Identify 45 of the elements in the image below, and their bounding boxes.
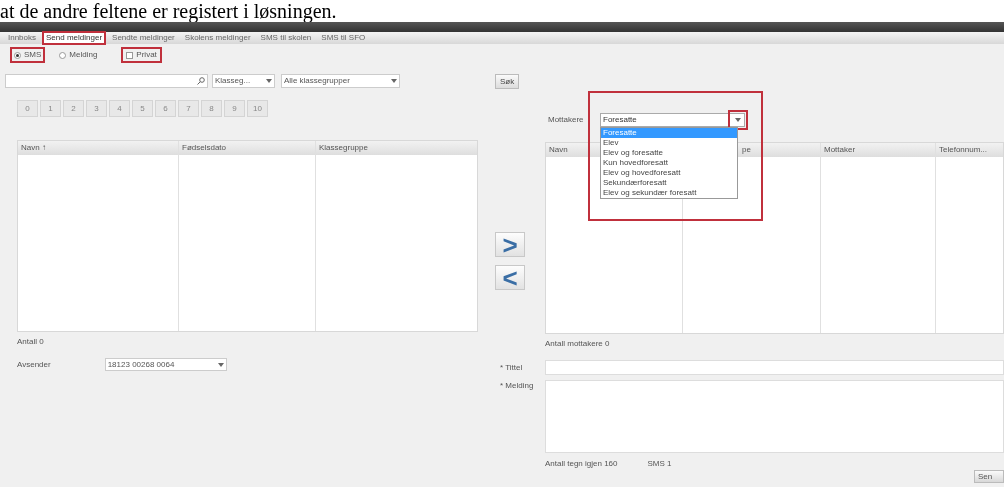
column-header[interactable]: Navn xyxy=(546,143,571,157)
dropdown-option[interactable]: Sekundærforesatt xyxy=(601,178,737,188)
move-button[interactable]: > xyxy=(495,232,525,257)
menu-tab[interactable]: SMS til skolen xyxy=(258,33,314,43)
sender-select[interactable]: 18123 00268 0064 xyxy=(104,358,227,371)
caret-icon xyxy=(735,118,741,122)
caret-icon xyxy=(266,79,272,83)
menu-tab[interactable]: SMS til SFO xyxy=(319,33,368,43)
dropdown-option[interactable]: Elev xyxy=(601,138,737,148)
column-header[interactable]: Klassegruppe xyxy=(316,141,477,155)
count-text: Antall mottakere 0 xyxy=(545,338,611,350)
dropdown-option[interactable]: Elev og sekundær foresatt xyxy=(601,188,737,198)
characters-left-text: Antall tegn igjen 160 xyxy=(545,458,618,470)
menu-tab[interactable]: Sendte meldinger xyxy=(110,33,177,43)
radio-option[interactable]: SMS xyxy=(12,49,44,61)
checkbox-option[interactable]: Privat xyxy=(123,49,160,61)
menu-tab[interactable]: Send meldinger xyxy=(44,33,105,43)
recipients-select[interactable]: Foresatte xyxy=(600,113,745,127)
group-select[interactable]: Alle klassegrupper xyxy=(281,74,400,88)
message-field[interactable] xyxy=(545,380,1004,453)
search-icon xyxy=(197,77,205,85)
radio-option[interactable]: Melding xyxy=(57,49,100,61)
column-header[interactable]: Navn ↑ xyxy=(18,141,178,155)
search-field[interactable] xyxy=(5,74,208,88)
sender-label: Avsender xyxy=(17,358,51,371)
column-header[interactable]: pe xyxy=(739,143,754,157)
dropdown-option[interactable]: Kun hovedforesatt xyxy=(601,158,737,168)
dropdown-option[interactable]: Elev og hovedforesatt xyxy=(601,168,737,178)
message-label: * Melding xyxy=(500,380,535,392)
recipients-label: Mottakere xyxy=(548,114,585,126)
menu-tab[interactable]: Innboks xyxy=(6,33,39,43)
count-text: Antall 0 xyxy=(17,336,45,348)
caret-icon xyxy=(391,79,397,83)
class-select[interactable]: Klasseg... xyxy=(212,74,275,88)
send-button[interactable]: Sen xyxy=(974,470,1004,483)
menu-tab[interactable]: Skolens meldinger xyxy=(182,33,253,43)
document-text: at de andre feltene er registert i løsningen. xyxy=(0,0,337,22)
column-header[interactable]: Fødselsdato xyxy=(179,141,315,155)
search-button[interactable]: Søk xyxy=(495,74,520,89)
caret-icon xyxy=(217,362,224,367)
sms-count-text: SMS 1 xyxy=(647,458,672,470)
title-label: * Tittel xyxy=(500,361,524,374)
move-button[interactable]: < xyxy=(495,265,525,290)
dropdown-option[interactable]: Elev og foresatte xyxy=(601,148,737,158)
title-field[interactable] xyxy=(545,360,1004,375)
